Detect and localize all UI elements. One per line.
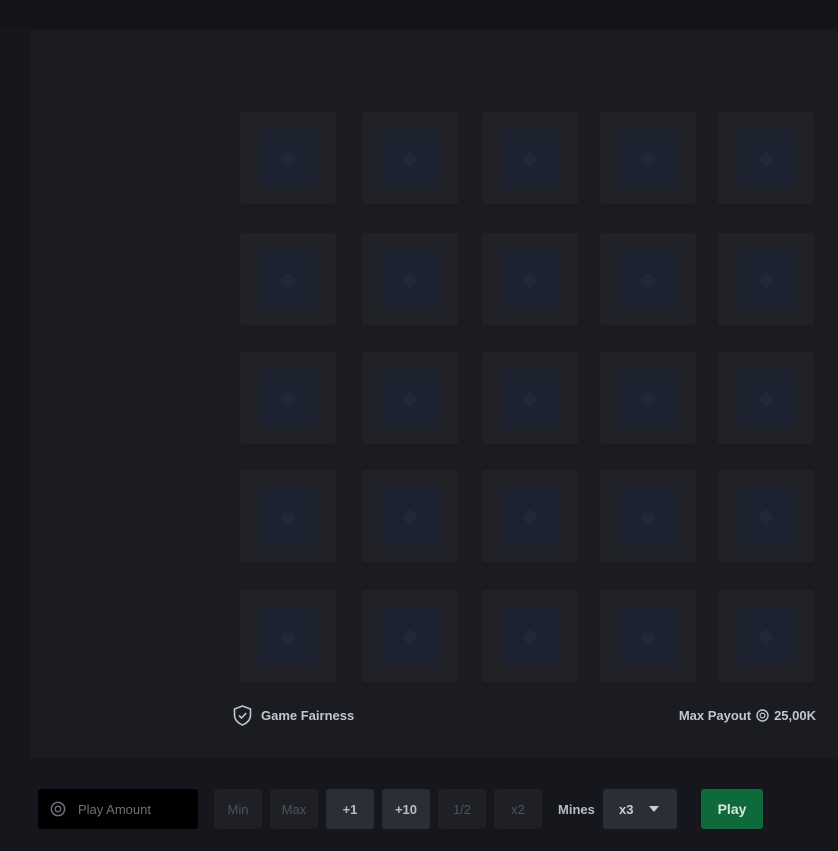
- mines-label: Mines: [558, 801, 595, 817]
- gem-icon: ◆: [737, 606, 795, 666]
- gem-icon: ◆: [259, 606, 317, 666]
- tile-glyph: ◆: [522, 387, 538, 410]
- gem-icon: ◆: [737, 368, 795, 428]
- gem-icon: ◆: [259, 486, 317, 546]
- tile-glyph: ◆: [758, 387, 774, 410]
- max-payout-value: 25,00K: [774, 707, 816, 723]
- gem-icon: ◆: [619, 486, 677, 546]
- gem-icon: ◆: [381, 249, 439, 309]
- tile-glyph: ◆: [758, 268, 774, 291]
- max-payout: Max Payout 25,00K: [679, 704, 816, 726]
- mine-tile[interactable]: ◆: [362, 233, 458, 325]
- gem-icon: ◆: [619, 606, 677, 666]
- mine-tile[interactable]: ◆: [240, 352, 336, 444]
- mine-tile[interactable]: ◆: [718, 233, 814, 325]
- tile-glyph: ◆: [522, 625, 538, 648]
- mine-tile[interactable]: ◆: [240, 590, 336, 682]
- mine-tile[interactable]: ◆: [600, 233, 696, 325]
- gem-icon: ◆: [381, 368, 439, 428]
- tile-glyph: ◆: [280, 625, 296, 648]
- mine-tile[interactable]: ◆: [482, 112, 578, 204]
- tile-glyph: ◆: [280, 268, 296, 291]
- tile-glyph: ◆: [640, 625, 656, 648]
- mine-tile[interactable]: ◆: [362, 590, 458, 682]
- tile-glyph: ◆: [640, 505, 656, 528]
- gem-icon: ◆: [737, 249, 795, 309]
- caret-down-icon: [649, 806, 660, 812]
- tile-glyph: ◆: [522, 147, 538, 170]
- tile-glyph: ◆: [758, 625, 774, 648]
- tile-glyph: ◆: [402, 147, 418, 170]
- min-button[interactable]: Min: [214, 789, 262, 829]
- max-payout-label: Max Payout: [678, 707, 752, 723]
- mine-tile[interactable]: ◆: [362, 112, 458, 204]
- gem-icon: ◆: [737, 486, 795, 546]
- coin-icon: [756, 708, 769, 722]
- game-board: ◆ ◆ ◆ ◆ ◆ ◆ ◆ ◆ ◆ ◆ ◆ ◆ ◆ ◆ ◆ ◆ ◆ ◆ ◆ ◆ ◆ ◆ ◆ ◆ ◆: [30, 30, 838, 758]
- top-bar: [0, 0, 838, 28]
- mine-tile[interactable]: ◆: [600, 590, 696, 682]
- mine-tile[interactable]: ◆: [718, 352, 814, 444]
- tile-glyph: ◆: [280, 505, 296, 528]
- mine-tile[interactable]: ◆: [718, 470, 814, 562]
- tile-glyph: ◆: [640, 387, 656, 410]
- tile-glyph: ◆: [522, 268, 538, 291]
- mine-tile[interactable]: ◆: [718, 590, 814, 682]
- tile-glyph: ◆: [280, 147, 296, 170]
- tile-glyph: ◆: [280, 387, 296, 410]
- gem-icon: ◆: [619, 249, 677, 309]
- mines-select[interactable]: x3: [603, 789, 677, 829]
- tile-glyph: ◆: [402, 505, 418, 528]
- tile-glyph: ◆: [758, 505, 774, 528]
- tile-glyph: ◆: [402, 268, 418, 291]
- max-button[interactable]: Max: [270, 789, 318, 829]
- gem-icon: ◆: [619, 368, 677, 428]
- play-amount-field[interactable]: [38, 789, 198, 829]
- gem-icon: ◆: [259, 368, 317, 428]
- gem-icon: ◆: [501, 606, 559, 666]
- tile-glyph: ◆: [758, 147, 774, 170]
- gem-icon: ◆: [501, 368, 559, 428]
- mine-tile[interactable]: ◆: [240, 470, 336, 562]
- gem-icon: ◆: [381, 606, 439, 666]
- game-fairness-link[interactable]: Game Fairness: [233, 704, 354, 726]
- mine-tile[interactable]: ◆: [600, 470, 696, 562]
- tile-glyph: ◆: [402, 625, 418, 648]
- mines-value: x3: [619, 801, 634, 817]
- bet-controls: Min Max +1 +10 1/2 x2 Mines x3 Play: [0, 780, 838, 840]
- mine-tile[interactable]: ◆: [362, 470, 458, 562]
- half-button[interactable]: 1/2: [438, 789, 486, 829]
- play-amount-input[interactable]: [78, 801, 188, 817]
- mine-tile[interactable]: ◆: [240, 233, 336, 325]
- mine-tile[interactable]: ◆: [482, 233, 578, 325]
- tile-glyph: ◆: [402, 387, 418, 410]
- gem-icon: ◆: [619, 128, 677, 188]
- game-fairness-label: Game Fairness: [261, 707, 355, 723]
- mine-tile[interactable]: ◆: [482, 352, 578, 444]
- tile-glyph: ◆: [640, 268, 656, 291]
- gem-icon: ◆: [501, 249, 559, 309]
- tile-glyph: ◆: [522, 505, 538, 528]
- double-button[interactable]: x2: [494, 789, 542, 829]
- gem-icon: ◆: [737, 128, 795, 188]
- mine-tile[interactable]: ◆: [600, 352, 696, 444]
- mine-tile[interactable]: ◆: [482, 590, 578, 682]
- gem-icon: ◆: [259, 249, 317, 309]
- gem-icon: ◆: [381, 486, 439, 546]
- mine-tile[interactable]: ◆: [482, 470, 578, 562]
- gem-icon: ◆: [381, 128, 439, 188]
- play-button[interactable]: Play: [701, 789, 763, 829]
- mine-tile[interactable]: ◆: [362, 352, 458, 444]
- plus-ten-button[interactable]: +10: [382, 789, 430, 829]
- mine-tile[interactable]: ◆: [718, 112, 814, 204]
- gem-icon: ◆: [501, 128, 559, 188]
- tile-glyph: ◆: [640, 147, 656, 170]
- mine-tile[interactable]: ◆: [600, 112, 696, 204]
- shield-check-icon: [233, 704, 252, 726]
- gem-icon: ◆: [259, 128, 317, 188]
- coin-icon: [50, 801, 66, 817]
- mine-tile[interactable]: ◆: [240, 112, 336, 204]
- gem-icon: ◆: [501, 486, 559, 546]
- plus-one-button[interactable]: +1: [326, 789, 374, 829]
